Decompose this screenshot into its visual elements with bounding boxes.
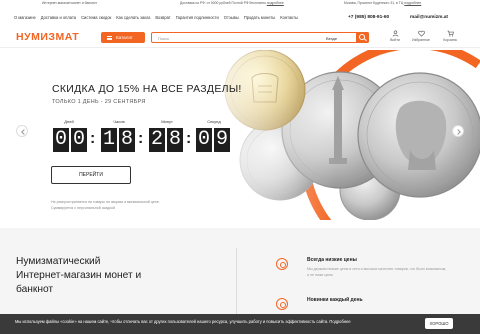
countdown-separator: : <box>90 130 96 147</box>
feature-description: Мы держим низкие цены в сети и высокое к… <box>307 267 447 277</box>
menu-item[interactable]: Отзывы <box>224 15 239 20</box>
cookie-accept-button[interactable]: ХОРОШО <box>425 318 453 329</box>
phone-number[interactable]: +7 (985) 808-91-60 <box>348 15 389 20</box>
cookie-banner: Мы используем файлы «cookie» на нашем са… <box>0 314 480 334</box>
site-logo[interactable]: НУМИЗМАТ <box>16 31 79 43</box>
site-header: НУМИЗМАТ Каталог Поиск Везде Войти Избра… <box>0 26 480 48</box>
menu-item[interactable]: Доставка и оплата <box>41 15 76 20</box>
search-bar[interactable]: Поиск Везде <box>151 32 369 43</box>
catalog-label: Каталог <box>116 35 133 40</box>
heart-icon <box>417 30 425 37</box>
go-to-sale-button[interactable]: ПЕРЕЙТИ <box>51 166 131 184</box>
address-more-link[interactable]: подробнее <box>404 1 421 5</box>
cookie-text: Мы используем файлы «cookie» на нашем са… <box>15 319 351 324</box>
countdown-digit: 1 <box>101 128 117 152</box>
about-title: Нумизматический Интернет-магазин монет и… <box>16 256 142 295</box>
search-input[interactable]: Поиск <box>158 36 169 41</box>
menu-item[interactable]: Как сделать заказ <box>116 15 150 20</box>
search-icon[interactable] <box>356 32 369 43</box>
catalog-button[interactable]: Каталог <box>101 32 145 43</box>
top-info-bar: Интернет-магазин монет и банкнот Доставк… <box>0 0 480 6</box>
menu-item[interactable]: Система скидок <box>81 15 111 20</box>
cookie-more-link[interactable]: Подробнее <box>329 319 350 324</box>
user-icon <box>392 30 398 37</box>
promo-banner: СКИДКА ДО 15% НА ВСЕ РАЗДЕЛЫ! ТОЛЬКО 1 Д… <box>0 50 480 220</box>
delivery-more-link[interactable]: подробнее <box>267 1 284 5</box>
countdown-hours-label: Часов <box>113 119 125 124</box>
login-label: Войти <box>390 38 400 42</box>
favorites-label: Избранное <box>412 38 430 42</box>
login-button[interactable]: Войти <box>382 30 408 42</box>
feature-title: Новинки каждый день <box>307 297 363 303</box>
countdown-digit: 2 <box>149 128 165 152</box>
promo-subtitle: ТОЛЬКО 1 ДЕНЬ - 29 СЕНТЯБРЯ <box>52 99 146 105</box>
menu-item[interactable]: О магазине <box>14 15 36 20</box>
countdown-minutes-label: Минут <box>161 119 173 124</box>
countdown-separator: : <box>138 130 144 147</box>
cart-button[interactable]: Корзина <box>437 30 463 42</box>
countdown-digit: 0 <box>53 128 69 152</box>
countdown-digit: 0 <box>71 128 87 152</box>
countdown-seconds-label: Секунд <box>207 119 221 124</box>
main-menu: О магазине Доставка и оплата Система скидо… <box>0 14 480 22</box>
countdown-digit: 0 <box>196 128 212 152</box>
countdown-digit: 9 <box>214 128 230 152</box>
countdown-digit: 8 <box>167 128 183 152</box>
slider-prev-arrow[interactable] <box>16 125 28 137</box>
menu-item[interactable]: Возврат <box>155 15 170 20</box>
countdown-digit: 8 <box>119 128 135 152</box>
slider-next-arrow[interactable] <box>452 125 464 137</box>
topbar-delivery: Доставка из РФ: от 5000 рублей Почтой РФ… <box>180 1 284 5</box>
menu-item[interactable]: Контакты <box>280 15 298 20</box>
menu-item[interactable]: Гарантия подлинности <box>176 15 219 20</box>
topbar-tagline: Интернет-магазин монет и банкнот <box>42 1 97 5</box>
topbar-address: Москва, Проспект Буденного 31, в ТЦ подр… <box>344 1 422 5</box>
menu-icon <box>107 35 112 40</box>
star-icon <box>276 298 288 310</box>
favorites-button[interactable]: Избранное <box>408 30 434 42</box>
price-tag-icon <box>276 258 288 270</box>
cart-label: Корзина <box>443 38 457 42</box>
cart-icon <box>447 30 454 37</box>
countdown-separator: : <box>186 130 192 147</box>
menu-item[interactable]: Продать монеты <box>244 15 275 20</box>
search-scope-select[interactable]: Везде <box>326 36 337 41</box>
promo-disclaimer: Не распространяется на товары по акциям … <box>51 200 160 210</box>
feature-title: Всегда низкие цены <box>307 257 357 263</box>
email-link[interactable]: mail@numizm.at <box>410 15 448 20</box>
promo-title: СКИДКА ДО 15% НА ВСЕ РАЗДЕЛЫ! <box>52 83 242 95</box>
countdown-days-label: Дней <box>64 119 74 124</box>
menu-links: О магазине Доставка и оплата Система скидо… <box>14 15 298 20</box>
